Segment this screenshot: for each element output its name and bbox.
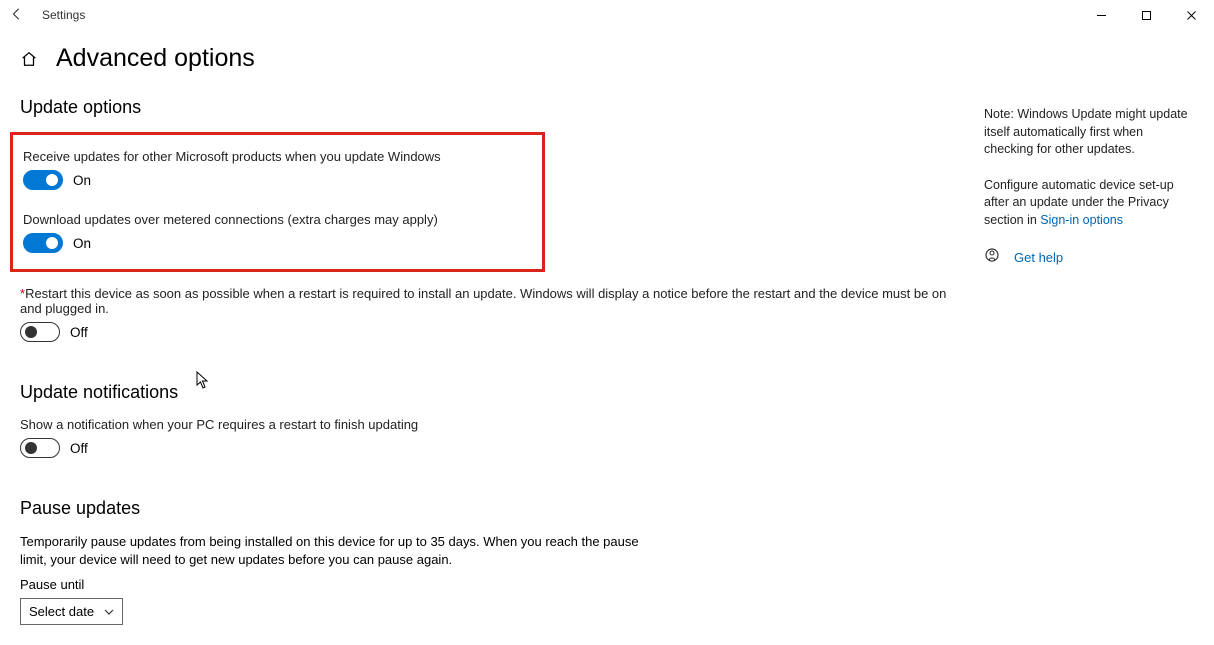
help-icon xyxy=(984,247,1000,269)
page-header: Advanced options xyxy=(20,44,964,73)
setting-metered-label: Download updates over metered connection… xyxy=(23,212,532,227)
minimize-button[interactable] xyxy=(1079,0,1124,30)
section-update-notifications-title: Update notifications xyxy=(20,382,964,403)
setting-restart-label: *Restart this device as soon as possible… xyxy=(20,286,964,316)
pause-updates-description: Temporarily pause updates from being ins… xyxy=(20,533,660,569)
page-title: Advanced options xyxy=(56,44,255,73)
setting-receive-updates-label: Receive updates for other Microsoft prod… xyxy=(23,149,532,164)
toggle-receive-updates-state: On xyxy=(73,173,91,188)
toggle-notification[interactable] xyxy=(20,438,60,458)
setting-notification-label: Show a notification when your PC require… xyxy=(20,417,964,432)
section-pause-updates-title: Pause updates xyxy=(20,498,964,519)
home-icon[interactable] xyxy=(20,50,38,68)
toggle-metered[interactable] xyxy=(23,233,63,253)
side-panel: Note: Windows Update might update itself… xyxy=(984,44,1194,645)
signin-options-link[interactable]: Sign-in options xyxy=(1040,213,1123,227)
toggle-restart-state: Off xyxy=(70,325,88,340)
toggle-notification-state: Off xyxy=(70,441,88,456)
toggle-restart[interactable] xyxy=(20,322,60,342)
side-configure: Configure automatic device set-up after … xyxy=(984,177,1194,230)
pause-until-select-value: Select date xyxy=(29,604,94,619)
get-help-link[interactable]: Get help xyxy=(1014,249,1063,267)
toggle-metered-state: On xyxy=(73,236,91,251)
back-arrow-icon[interactable] xyxy=(10,7,24,24)
app-name: Settings xyxy=(42,8,85,22)
pause-until-label: Pause until xyxy=(20,577,964,592)
annotation-highlight: Receive updates for other Microsoft prod… xyxy=(10,132,545,272)
pause-until-select[interactable]: Select date xyxy=(20,598,123,625)
section-update-options-title: Update options xyxy=(20,97,964,118)
chevron-down-icon xyxy=(104,607,114,617)
toggle-receive-updates[interactable] xyxy=(23,170,63,190)
side-note: Note: Windows Update might update itself… xyxy=(984,106,1194,159)
titlebar: Settings xyxy=(0,0,1214,30)
maximize-button[interactable] xyxy=(1124,0,1169,30)
close-button[interactable] xyxy=(1169,0,1214,30)
